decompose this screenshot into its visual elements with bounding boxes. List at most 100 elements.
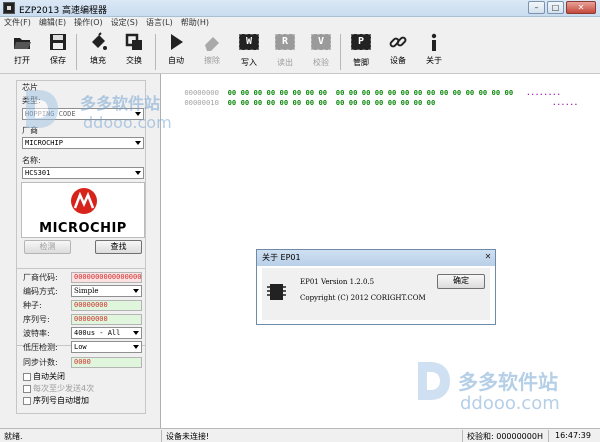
vendor-code-label: 厂商代码:: [23, 273, 58, 282]
device-button[interactable]: 设备: [386, 32, 410, 66]
chevron-down-icon: [135, 112, 141, 116]
menu-settings[interactable]: 设定(S): [107, 17, 142, 29]
window-title: EZP2013 高速编程器: [19, 6, 108, 16]
swap-icon: [124, 32, 144, 52]
floppy-disk-icon: [48, 32, 68, 52]
auto-serial-checkbox[interactable]: 序列号自动增加: [23, 395, 89, 406]
version-text: EP01 Version 1.2.0.5: [300, 278, 375, 286]
vendor-select[interactable]: MICROCHIP: [22, 137, 144, 149]
type-select[interactable]: HOPPING CODE: [22, 108, 144, 120]
chip-write-icon: W: [239, 34, 259, 54]
encoding-select[interactable]: Simple: [71, 285, 142, 297]
dialog-title: 关于 EP01: [262, 253, 301, 262]
toolbar: 打开 保存 填充 交换 自动 擦除 W 写入 R 读出 V 校验 P 管脚 设备…: [0, 29, 600, 74]
detect-button[interactable]: 检测: [24, 240, 71, 254]
hex-row: 00000010 00 00 00 00 00 00 00 00 00 00 0…: [167, 89, 578, 116]
name-label: 名称:: [22, 156, 41, 165]
fill-button[interactable]: 填充: [86, 32, 110, 66]
toolbar-separator: [340, 34, 341, 70]
low-voltage-select[interactable]: Low: [71, 341, 142, 353]
microchip-logo-icon: [71, 188, 97, 214]
auto-label: 自动: [168, 56, 184, 65]
status-bar: 就绪. 设备未连接! 校验和: 00000000H 16:47:39: [0, 428, 600, 442]
play-icon: [166, 32, 186, 52]
dialog-body: EP01 Version 1.2.0.5 Copyright (C) 2012 …: [262, 268, 490, 320]
vendor-label: 厂商: [22, 126, 38, 135]
swap-button[interactable]: 交换: [122, 32, 146, 66]
type-label: 类型:: [22, 96, 41, 105]
toolbar-separator: [155, 34, 156, 70]
paint-bucket-icon: [88, 32, 108, 52]
chevron-down-icon: [133, 345, 139, 349]
folder-open-icon: [12, 32, 32, 52]
baud-select[interactable]: 400us - All: [71, 327, 142, 339]
minimize-button[interactable]: –: [528, 1, 545, 14]
sync-count-label: 同步计数:: [23, 358, 58, 367]
seed-label: 种子:: [23, 301, 42, 310]
link-icon: [388, 32, 408, 52]
write-button[interactable]: W 写入: [237, 32, 261, 68]
menu-file[interactable]: 文件(F): [0, 17, 35, 29]
erase-button[interactable]: 擦除: [200, 32, 224, 66]
menu-edit[interactable]: 编辑(E): [35, 17, 70, 29]
menu-operation[interactable]: 操作(O): [70, 17, 107, 29]
chevron-down-icon: [133, 331, 139, 335]
checksum: 校验和: 00000000H: [467, 432, 543, 441]
eraser-icon: [202, 32, 222, 52]
device-status: 设备未连接!: [166, 432, 210, 441]
hex-bytes: 00 00 00 00 00 00 00 00 00 00 00 00 00 0…: [227, 98, 436, 107]
sync-count-field[interactable]: 0000: [71, 357, 142, 368]
about-dialog: 关于 EP01 ✕ EP01 Version 1.2.0.5 Copyright…: [256, 249, 496, 325]
device-label: 设备: [390, 56, 406, 65]
baud-label: 波特率:: [23, 329, 50, 338]
pins-button[interactable]: P 管脚: [349, 32, 373, 68]
logo-text: MICROCHIP: [39, 221, 127, 236]
min-send-checkbox[interactable]: 每次至少发送4次: [23, 383, 94, 394]
dialog-close-icon[interactable]: ✕: [483, 252, 493, 262]
manufacturer-logo: MICROCHIP: [21, 182, 145, 238]
pins-label: 管脚: [353, 58, 369, 67]
erase-label: 擦除: [204, 56, 220, 65]
save-button[interactable]: 保存: [46, 32, 70, 66]
dialog-titlebar: 关于 EP01 ✕: [257, 250, 495, 266]
serial-field[interactable]: 00000000: [71, 314, 142, 325]
title-bar: EZP2013 高速编程器 – □ ✕: [0, 0, 600, 17]
status-time: 16:47:39: [555, 431, 591, 440]
vendor-code-field[interactable]: 0000000000000000: [71, 272, 142, 283]
open-button[interactable]: 打开: [10, 32, 34, 66]
auto-button[interactable]: 自动: [164, 32, 188, 66]
verify-label: 校验: [313, 58, 329, 67]
seed-field[interactable]: 00000000: [71, 300, 142, 311]
auto-close-checkbox[interactable]: 自动关闭: [23, 371, 65, 382]
ok-button[interactable]: 确定: [437, 274, 485, 289]
open-label: 打开: [14, 56, 30, 65]
menu-language[interactable]: 语言(L): [142, 17, 177, 29]
menu-bar: 文件(F) 编辑(E) 操作(O) 设定(S) 语言(L) 帮助(H): [0, 17, 600, 29]
about-button[interactable]: 关于: [422, 32, 446, 66]
save-label: 保存: [50, 56, 66, 65]
read-button[interactable]: R 读出: [273, 32, 297, 68]
chip-icon: [267, 284, 286, 300]
find-button[interactable]: 查找: [95, 240, 142, 254]
fill-label: 填充: [90, 56, 106, 65]
status-ready: 就绪.: [4, 432, 23, 441]
hex-ascii: ......: [552, 98, 579, 107]
chevron-down-icon: [133, 289, 139, 293]
info-icon: [424, 32, 444, 52]
toolbar-separator: [76, 34, 77, 70]
chip-pins-icon: P: [351, 34, 371, 54]
close-button[interactable]: ✕: [566, 1, 596, 14]
copyright-text: Copyright (C) 2012 CORIGHT.COM: [300, 294, 426, 302]
chevron-down-icon: [135, 141, 141, 145]
name-select[interactable]: HCS301: [22, 167, 144, 179]
low-voltage-label: 低压检测:: [23, 343, 58, 352]
verify-button[interactable]: V 校验: [309, 32, 333, 68]
write-label: 写入: [241, 58, 257, 67]
chip-read-icon: R: [275, 34, 295, 54]
app-icon: [3, 2, 15, 14]
menu-help[interactable]: 帮助(H): [177, 17, 213, 29]
serial-label: 序列号:: [23, 315, 50, 324]
maximize-button[interactable]: □: [547, 1, 564, 14]
chip-verify-icon: V: [311, 34, 331, 54]
hex-address: 00000010: [184, 98, 219, 107]
